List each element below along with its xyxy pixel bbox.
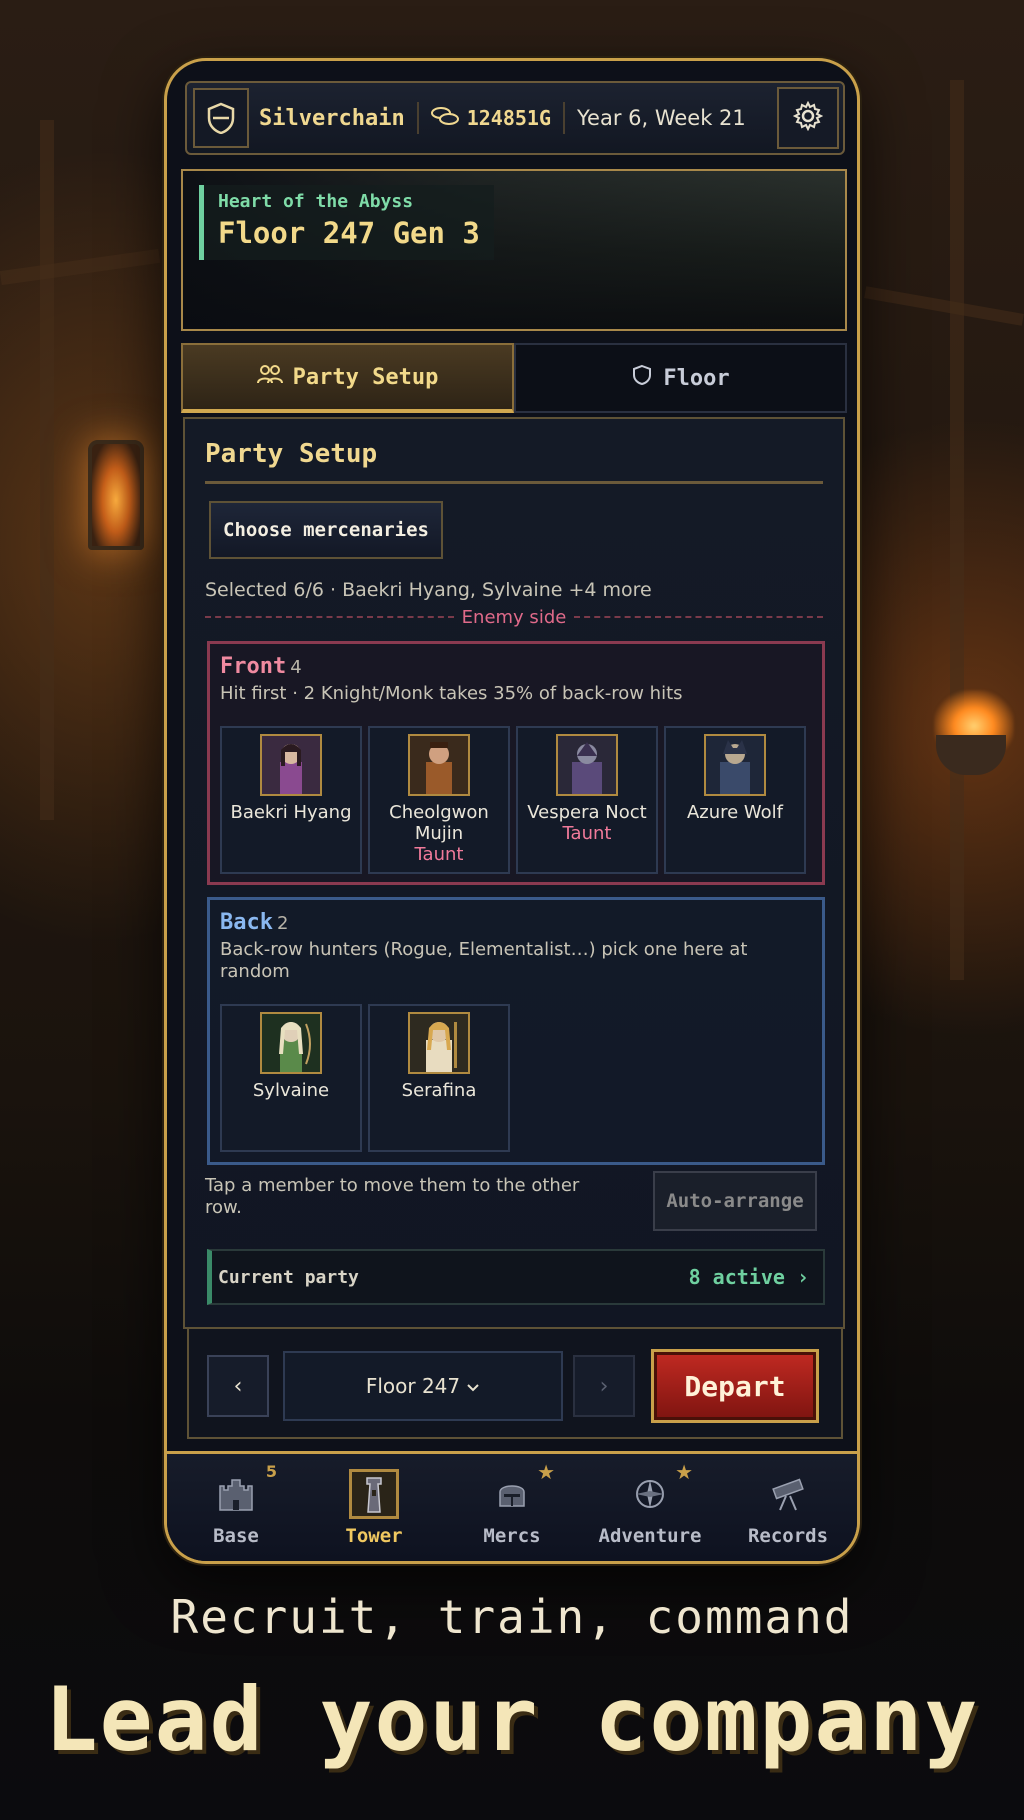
back-row-count: 2: [276, 913, 289, 934]
portrait-icon: [408, 734, 470, 796]
next-floor-button[interactable]: ›: [573, 1355, 635, 1417]
tab-bar: Party Setup Floor: [181, 343, 847, 413]
settings-button[interactable]: [777, 87, 839, 149]
panel-title: Party Setup: [205, 439, 378, 469]
helmet-icon: [487, 1469, 537, 1519]
floor-selector-bar: ‹ Floor 247 › Depart: [187, 1327, 843, 1439]
telescope-icon: [763, 1469, 813, 1519]
auto-arrange-button[interactable]: Auto-arrange: [653, 1171, 817, 1231]
back-row: Back 2 Back-row hunters (Rogue, Elemental…: [207, 897, 825, 1165]
nav-records[interactable]: Records: [719, 1454, 857, 1561]
lantern-icon: [88, 440, 144, 550]
chevron-right-icon: ›: [599, 1373, 609, 1399]
compass-icon: [625, 1469, 675, 1519]
gear-icon: [792, 100, 824, 135]
front-row-description: Hit first · 2 Knight/Monk takes 35% of b…: [220, 683, 683, 704]
headline: Lead your company: [44, 1668, 980, 1771]
party-icon: [256, 364, 283, 390]
choose-mercenaries-button[interactable]: Choose mercenaries: [209, 501, 443, 559]
nav-mercs[interactable]: ★ Mercs: [443, 1454, 581, 1561]
tower-icon: [349, 1468, 399, 1519]
member-card[interactable]: Cheolgwon Mujin Taunt: [368, 726, 510, 874]
member-card[interactable]: Vespera Noct Taunt: [516, 726, 658, 874]
star-icon: ★: [675, 1460, 693, 1484]
gold-display: 124851G: [430, 106, 551, 131]
nav-adventure[interactable]: ★ Adventure: [581, 1454, 719, 1561]
tab-floor[interactable]: Floor: [514, 343, 847, 413]
guild-name: Silverchain: [259, 105, 405, 131]
enemy-side-divider: Enemy side: [205, 605, 823, 629]
selected-summary: Selected 6/6 · Baekri Hyang, Sylvaine +4…: [205, 579, 652, 601]
floor-title: Floor 247 Gen 3: [218, 216, 480, 250]
depart-button[interactable]: Depart: [651, 1349, 819, 1423]
party-setup-panel: Party Setup Choose mercenaries Selected …: [183, 417, 845, 1329]
back-row-members: Sylvaine Serafina: [220, 1004, 510, 1152]
dungeon-name: Heart of the Abyss: [218, 191, 414, 212]
front-row-count: 4: [290, 657, 302, 678]
portrait-icon: [260, 734, 322, 796]
prev-floor-button[interactable]: ‹: [207, 1355, 269, 1417]
current-party-value: 8 active ›: [688, 1265, 809, 1289]
nav-base[interactable]: 5 Base: [167, 1454, 305, 1561]
front-row-members: Baekri Hyang Cheolgwon Mujin Taunt Vespe…: [220, 726, 806, 874]
coins-icon: [430, 106, 459, 131]
floor-dropdown-value: Floor 247: [365, 1374, 461, 1398]
bottom-navigation: 5 Base Tower ★ Mercs ★ Adventure Records: [167, 1451, 857, 1561]
current-party-link[interactable]: Current party 8 active ›: [207, 1249, 825, 1305]
back-row-label: Back: [220, 910, 273, 935]
shield-icon: [631, 364, 653, 392]
castle-icon: [211, 1469, 261, 1519]
game-date: Year 6, Week 21: [577, 106, 746, 130]
gold-amount: 124851G: [466, 106, 551, 130]
tap-hint: Tap a member to move them to the other r…: [205, 1175, 580, 1218]
front-row: Front 4 Hit first · 2 Knight/Monk takes 3…: [207, 641, 825, 885]
nav-badge: 5: [265, 1462, 277, 1481]
member-card[interactable]: Azure Wolf: [664, 726, 806, 874]
phone-frame: Silverchain 124851G Year 6, Week 21 Hear…: [164, 58, 860, 1564]
floor-info: Heart of the Abyss Floor 247 Gen 3: [199, 185, 494, 260]
chevron-left-icon: ‹: [233, 1373, 243, 1399]
star-icon: ★: [537, 1460, 555, 1484]
tagline: Recruit, train, command: [170, 1590, 854, 1644]
dungeon-banner: Heart of the Abyss Floor 247 Gen 3: [181, 169, 847, 331]
portrait-icon: [704, 734, 766, 796]
member-card[interactable]: Baekri Hyang: [220, 726, 362, 874]
portrait-icon: [408, 1012, 470, 1074]
front-row-label: Front: [220, 654, 287, 679]
shield-icon[interactable]: [193, 88, 249, 148]
current-party-label: Current party: [218, 1266, 359, 1288]
back-row-description: Back-row hunters (Rogue, Elementalist…) …: [220, 939, 748, 982]
member-card[interactable]: Serafina: [368, 1004, 510, 1152]
tab-party-setup[interactable]: Party Setup: [181, 343, 514, 413]
top-bar: Silverchain 124851G Year 6, Week 21: [185, 81, 845, 155]
portrait-icon: [556, 734, 618, 796]
portrait-icon: [260, 1012, 322, 1074]
nav-tower[interactable]: Tower: [305, 1454, 443, 1561]
chevron-down-icon: [466, 1374, 480, 1398]
floor-dropdown[interactable]: Floor 247: [283, 1351, 563, 1421]
member-card[interactable]: Sylvaine: [220, 1004, 362, 1152]
